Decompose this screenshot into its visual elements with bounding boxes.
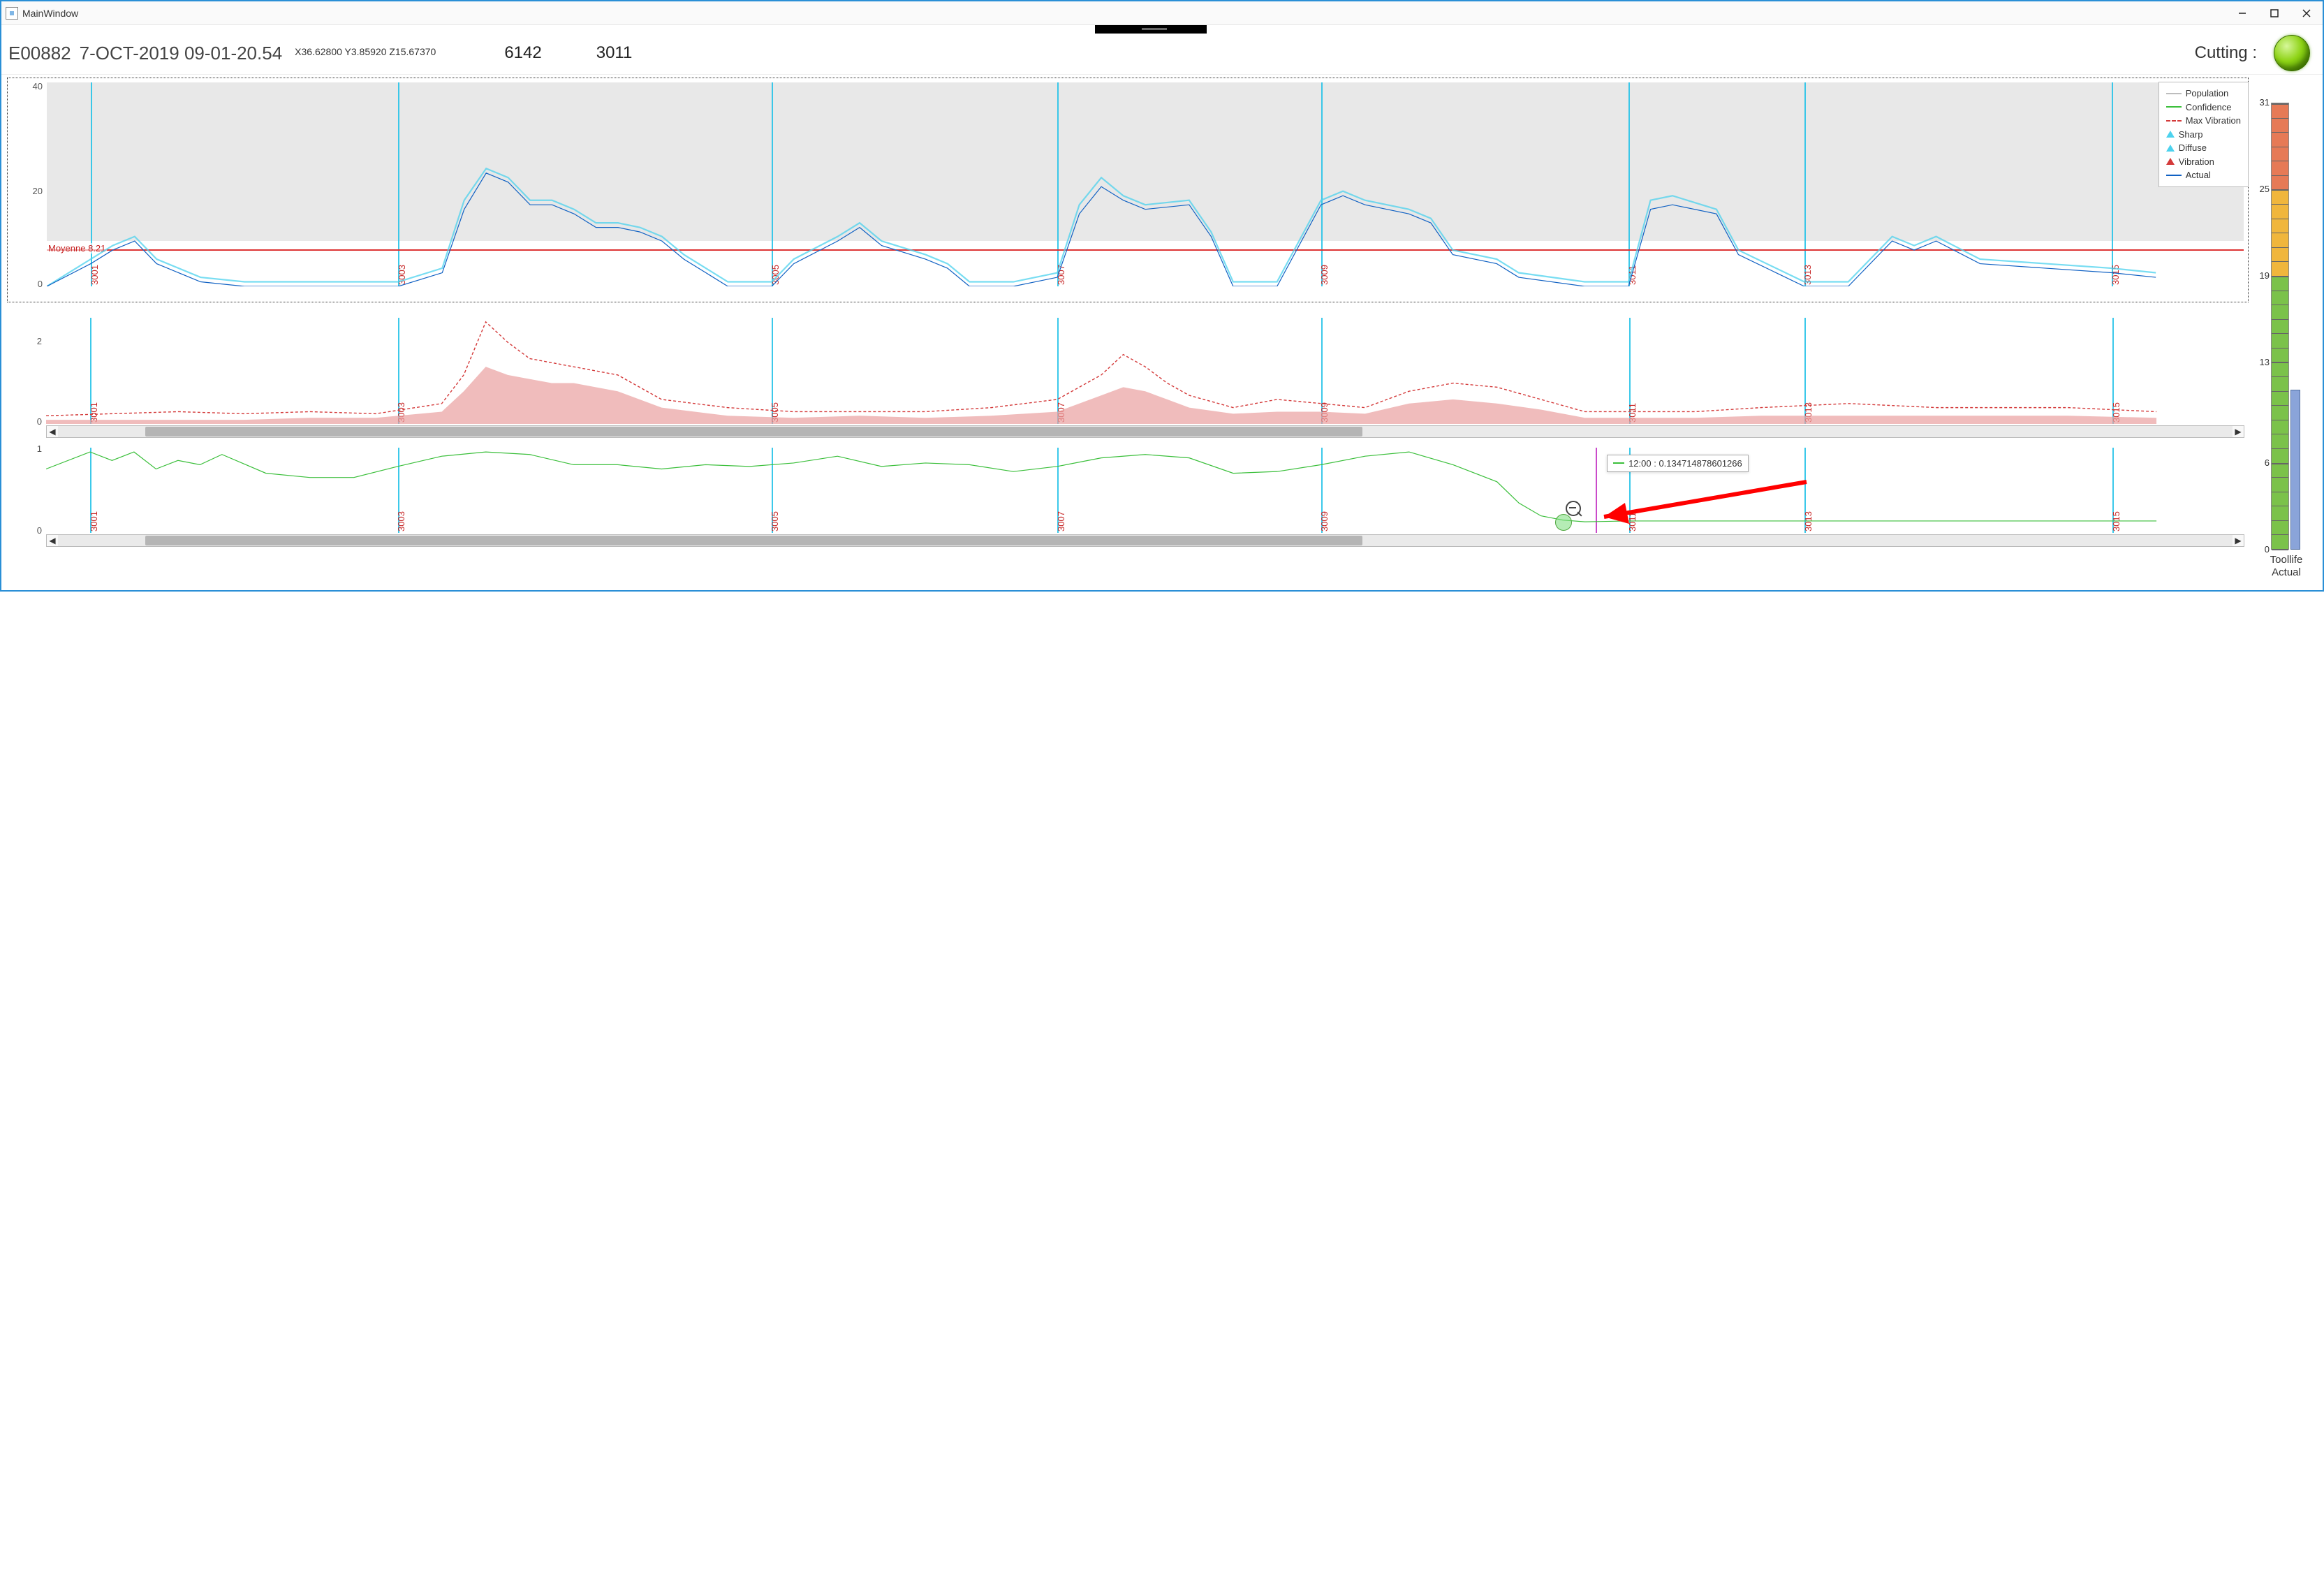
chart-legend: PopulationConfidenceMax VibrationSharpDi… bbox=[2158, 82, 2249, 187]
ytick-label: 0 bbox=[23, 279, 43, 289]
gauge-tick-label: 19 bbox=[2254, 270, 2270, 281]
gauge-tick-label: 6 bbox=[2254, 457, 2270, 468]
scroll-left-icon[interactable]: ◀ bbox=[47, 426, 58, 437]
ytick-label: 0 bbox=[22, 416, 42, 427]
legend-item-label: Max Vibration bbox=[2186, 114, 2241, 128]
legend-item-label: Sharp bbox=[2179, 128, 2203, 142]
chart-vibration[interactable]: 30013003300530073009301130133015 2 0 ◀ ▶ bbox=[7, 314, 2249, 439]
header-strip: E00882 7-OCT-2019 09-01-20.54 X36.62800 … bbox=[1, 25, 2323, 74]
tooltip-label: 12:00 : 0.134714878601266 bbox=[1628, 458, 1742, 469]
legend-item-label: Vibration bbox=[2179, 155, 2214, 169]
legend-swatch-icon bbox=[2166, 120, 2182, 122]
counter-a: 6142 bbox=[504, 43, 541, 63]
legend-swatch-icon bbox=[2166, 158, 2175, 165]
legend-item-label: Confidence bbox=[2186, 101, 2232, 115]
gauge-tick-label: 13 bbox=[2254, 357, 2270, 367]
titlebar: MainWindow bbox=[1, 1, 2323, 25]
ytick-label: 20 bbox=[23, 186, 43, 196]
gauge-tick-label: 25 bbox=[2254, 184, 2270, 194]
gauge-caption: Toollife bbox=[2270, 554, 2303, 566]
legend-swatch-icon bbox=[2166, 106, 2182, 108]
chart-scrollbar[interactable]: ◀ ▶ bbox=[46, 534, 2244, 547]
scroll-right-icon[interactable]: ▶ bbox=[2233, 426, 2244, 437]
toollife-gauge: 0613192531 bbox=[2261, 103, 2311, 550]
app-icon bbox=[6, 7, 18, 20]
ytick-label: 40 bbox=[23, 81, 43, 91]
ytick-label: 2 bbox=[22, 336, 42, 346]
toollife-actual-bar bbox=[2290, 390, 2300, 550]
close-button[interactable] bbox=[2290, 1, 2323, 24]
chart-confidence[interactable]: 3001300330053007300930113013301512:00 : … bbox=[7, 443, 2249, 548]
coords-readout: X36.62800 Y3.85920 Z15.67370 bbox=[295, 46, 436, 57]
chart-tooltip: 12:00 : 0.134714878601266 bbox=[1607, 455, 1749, 472]
gauge-tick-label: 0 bbox=[2254, 544, 2270, 555]
gauge-tick-label: 31 bbox=[2254, 97, 2270, 108]
maximize-button[interactable] bbox=[2258, 1, 2290, 24]
legend-swatch-icon bbox=[2166, 93, 2182, 94]
ytick-label: 1 bbox=[22, 443, 42, 454]
legend-swatch-icon bbox=[2166, 145, 2175, 152]
status-led-icon bbox=[2274, 35, 2310, 71]
legend-item-label: Diffuse bbox=[2179, 141, 2207, 155]
status-label: Cutting : bbox=[2195, 43, 2257, 63]
legend-swatch-icon bbox=[2166, 131, 2175, 138]
legend-swatch-icon bbox=[2166, 175, 2182, 176]
entity-id: E00882 bbox=[8, 43, 71, 64]
timestamp: 7-OCT-2019 09-01-20.54 bbox=[80, 43, 283, 64]
scroll-left-icon[interactable]: ◀ bbox=[47, 535, 58, 546]
legend-item-label: Population bbox=[2186, 87, 2228, 101]
zoom-out-icon[interactable] bbox=[1566, 501, 1581, 516]
ytick-label: 0 bbox=[22, 525, 42, 536]
window-title: MainWindow bbox=[22, 8, 78, 19]
legend-item-label: Actual bbox=[2186, 168, 2211, 182]
minimize-button[interactable] bbox=[2226, 1, 2258, 24]
scroll-right-icon[interactable]: ▶ bbox=[2233, 535, 2244, 546]
chart-actual[interactable]: 30013003300530073009301130133015Moyenne … bbox=[7, 78, 2249, 302]
gauge-caption: Actual bbox=[2270, 566, 2303, 579]
chart-scrollbar[interactable]: ◀ ▶ bbox=[46, 425, 2244, 438]
drag-handle-icon bbox=[1095, 25, 1207, 34]
counter-b: 3011 bbox=[596, 43, 633, 63]
